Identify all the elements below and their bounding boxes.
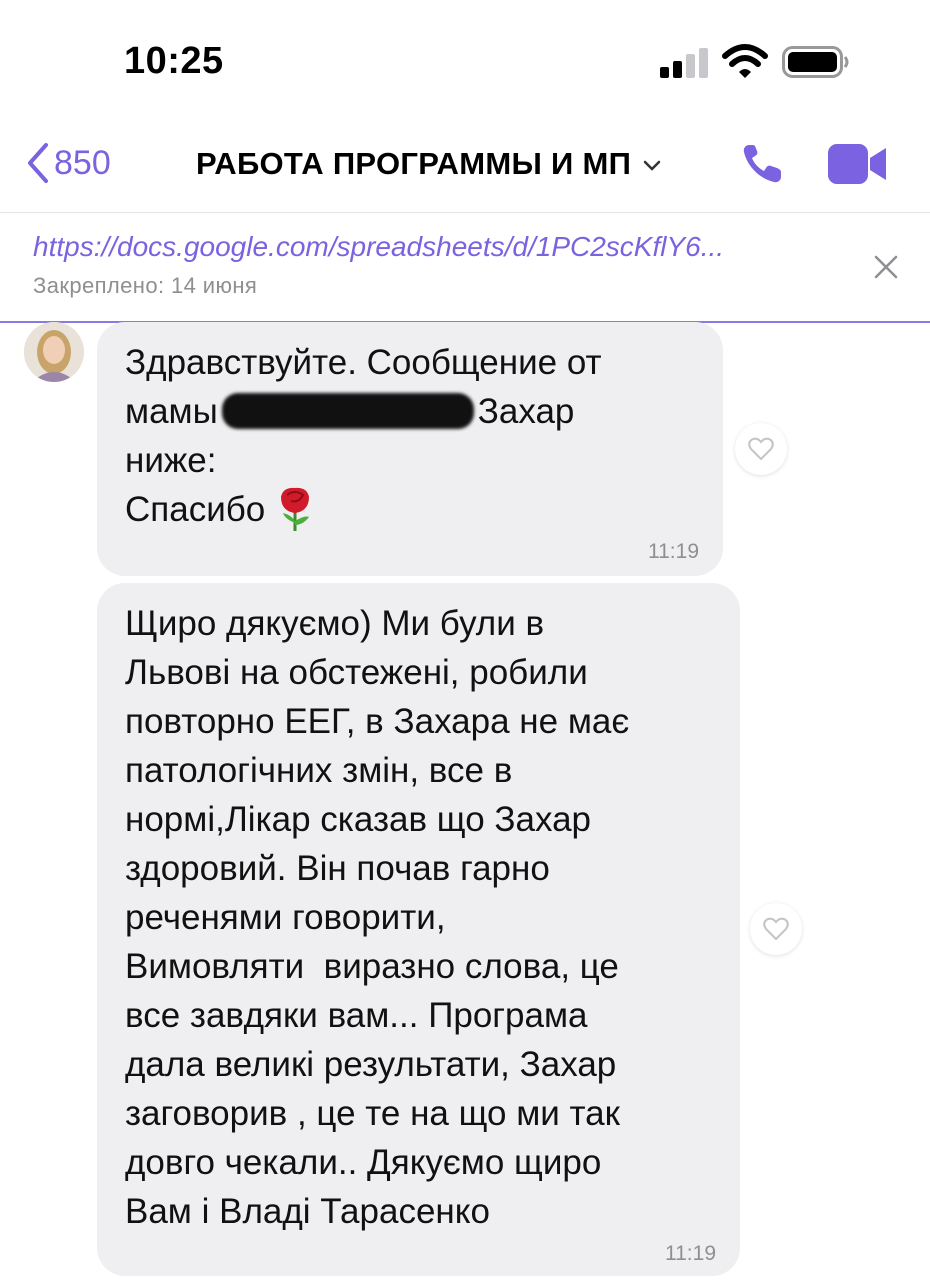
heart-icon [763, 917, 789, 941]
message-bubble[interactable]: Щиро дякуємо) Ми були в Львові на обстеж… [97, 583, 740, 1276]
message-time: 11:19 [665, 1242, 716, 1265]
pinned-message[interactable]: https://docs.google.com/spreadsheets/d/1… [0, 213, 930, 323]
unread-count: 850 [54, 143, 111, 182]
message-text: Щиро дякуємо) Ми були в Львові на обстеж… [125, 604, 630, 1231]
avatar-photo [24, 322, 84, 382]
wifi-icon [722, 44, 768, 78]
pinned-link[interactable]: https://docs.google.com/spreadsheets/d/1… [33, 231, 833, 263]
phone-icon[interactable] [740, 142, 784, 186]
pinned-meta: Закреплено: 14 июня [33, 273, 258, 298]
video-icon[interactable] [828, 142, 888, 186]
heart-icon [748, 437, 774, 461]
message-time: 11:19 [648, 540, 699, 563]
message-bubble[interactable]: Здравствуйте. Сообщение от мамы Захар ниж… [97, 322, 723, 576]
chat-title: РАБОТА ПРОГРАММЫ И МП [196, 146, 632, 181]
chat-title-button[interactable]: РАБОТА ПРОГРАММЫ И МП [196, 146, 661, 182]
redacted-name [221, 393, 474, 429]
chevron-down-icon [643, 160, 661, 171]
message-text: Здравствуйте. Сообщение от мамы Захар ниж… [125, 338, 602, 534]
like-button[interactable] [735, 423, 787, 475]
chat-header: 850 РАБОТА ПРОГРАММЫ И МП [0, 120, 930, 213]
status-bar: 10:25 [0, 0, 930, 120]
signal-icon [660, 48, 708, 78]
like-button[interactable] [750, 903, 802, 955]
back-button[interactable]: 850 [26, 142, 111, 184]
avatar[interactable] [24, 322, 84, 382]
status-time: 10:25 [124, 40, 224, 82]
rose-icon [281, 487, 310, 531]
close-icon[interactable] [870, 251, 902, 283]
battery-icon [782, 46, 849, 78]
back-chevron-icon [28, 143, 48, 183]
